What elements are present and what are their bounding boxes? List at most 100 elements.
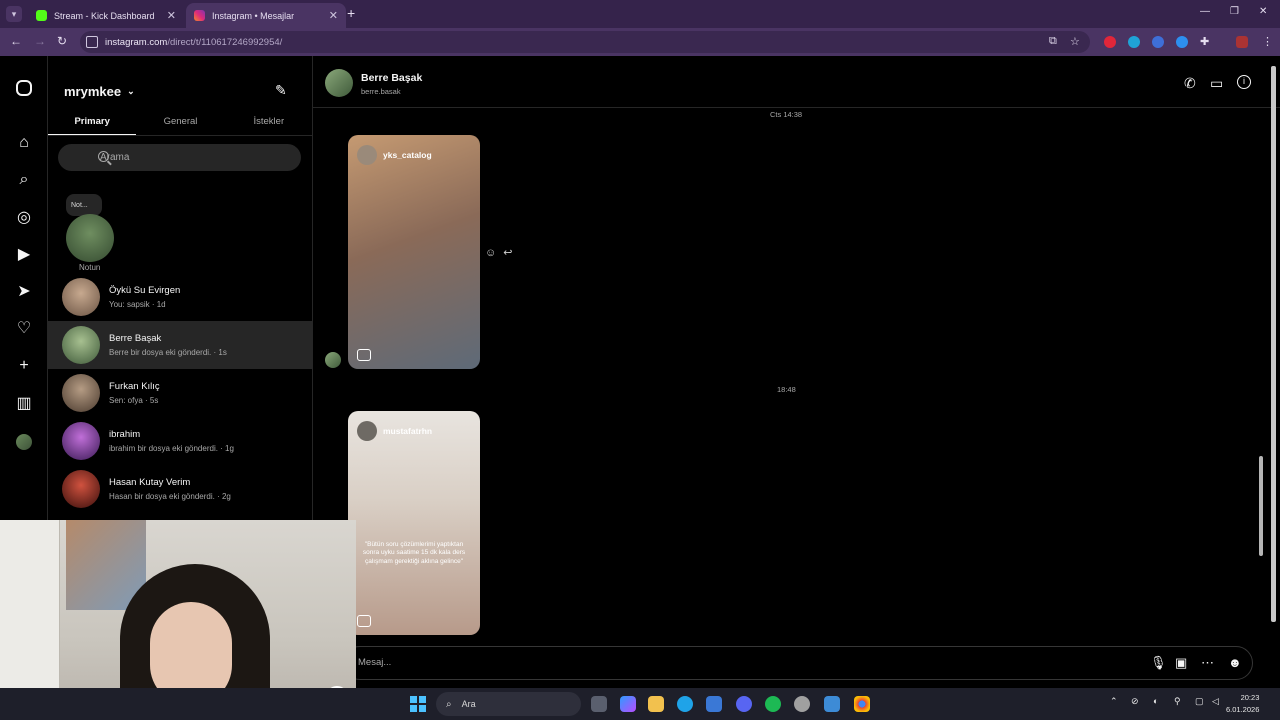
bookmark-star-icon[interactable]: ☆ — [1070, 35, 1080, 48]
reels-icon[interactable]: ▶ — [14, 245, 34, 265]
contact-handle: berre.basak — [361, 87, 401, 96]
address-bar[interactable]: instagram.com/direct/t/110617246992954/ — [80, 31, 1090, 53]
tab-kick-dashboard[interactable]: Stream - Kick Dashboard ✕ — [28, 3, 184, 28]
search-icon: ⌕ — [446, 698, 452, 710]
spotify-icon[interactable] — [765, 696, 781, 712]
thread-name: ibrahim — [109, 429, 141, 440]
explore-compass-icon[interactable]: ◎ — [14, 208, 34, 228]
sticker-icon[interactable]: ☻ — [1228, 655, 1242, 670]
tray-app-icon[interactable]: ⊘ — [1131, 696, 1139, 707]
search-input[interactable]: Arama — [58, 144, 301, 171]
tab-requests[interactable]: İstekler — [225, 112, 313, 135]
page-scrollbar[interactable] — [1268, 56, 1280, 688]
app-icon[interactable] — [824, 696, 840, 712]
scrollbar-thumb[interactable] — [1271, 66, 1276, 622]
close-icon[interactable]: ✕ — [329, 9, 338, 22]
avatar — [62, 470, 100, 508]
reload-icon[interactable]: ↻ — [57, 34, 67, 48]
microphone-icon[interactable]: 🎙 — [1150, 655, 1167, 671]
home-icon[interactable]: ⌂ — [14, 133, 34, 153]
thread-item[interactable]: Furkan Kılıç Sen: ofya · 5s — [48, 369, 313, 417]
contact-avatar[interactable] — [325, 69, 353, 97]
extension-icon[interactable] — [1152, 36, 1164, 48]
tab-instagram-messages[interactable]: Instagram • Mesajlar ✕ — [186, 3, 346, 28]
contact-name[interactable]: Berre Başak — [361, 72, 422, 84]
video-call-icon[interactable]: ▭ — [1210, 75, 1223, 92]
close-icon[interactable]: ✕ — [167, 9, 176, 22]
volume-icon[interactable]: ◁ — [1212, 696, 1219, 707]
shared-reel[interactable]: yks_catalog — [348, 135, 480, 369]
profile-avatar[interactable] — [16, 434, 32, 450]
system-clock[interactable]: 20:23 6.01.2026 — [1226, 692, 1259, 716]
username: mrymkee — [64, 84, 122, 99]
tab-primary[interactable]: Primary — [48, 112, 137, 135]
thread-item[interactable]: Öykü Su Evirgen You: sapsik · 1d — [48, 273, 313, 321]
site-info-icon[interactable] — [86, 36, 98, 48]
task-view-icon[interactable] — [591, 696, 607, 712]
install-app-icon[interactable]: ⧉ — [1049, 35, 1057, 48]
steam-icon[interactable] — [794, 696, 810, 712]
scrollbar-thumb[interactable] — [1259, 456, 1263, 556]
avatar — [357, 145, 377, 165]
edge-icon[interactable] — [677, 696, 693, 712]
message-input[interactable]: Mesaj... 🎙 ▣ ⋯ ☻ — [343, 646, 1253, 680]
thread-preview: Hasan bir dosya eki gönderdi. · 2g — [109, 492, 231, 501]
thread-preview: ibrahim bir dosya eki gönderdi. · 1g — [109, 444, 234, 453]
file-explorer-icon[interactable] — [648, 696, 664, 712]
new-tab-button[interactable]: + — [347, 5, 355, 21]
chrome-icon[interactable] — [854, 696, 870, 712]
notifications-heart-icon[interactable]: ♡ — [14, 319, 34, 339]
microphone-icon[interactable]: ⚲ — [1174, 696, 1181, 707]
note-avatar[interactable] — [66, 214, 114, 262]
image-icon[interactable]: ▣ — [1175, 655, 1187, 671]
tray-chevron-up-icon[interactable]: ⌃ — [1110, 696, 1118, 707]
network-icon[interactable]: ▢ — [1195, 696, 1204, 707]
extension-icon[interactable] — [1104, 36, 1116, 48]
restore-icon[interactable]: ❐ — [1230, 6, 1239, 17]
reply-icon[interactable]: ↩ — [503, 247, 512, 259]
message-actions: ☺ ↩ — [485, 246, 513, 259]
extension-icon[interactable] — [1128, 36, 1140, 48]
messages-icon[interactable]: ➤ — [14, 282, 34, 302]
react-emoji-icon[interactable]: ☺ — [485, 247, 496, 259]
forward-icon[interactable]: → — [34, 34, 46, 48]
phone-call-icon[interactable]: ✆ — [1184, 75, 1196, 92]
windows-start-icon[interactable] — [410, 696, 426, 712]
reel-owner[interactable]: yks_catalog — [357, 145, 432, 165]
profile-avatar[interactable] — [1236, 36, 1248, 48]
tab-search-icon[interactable]: ▾ — [6, 6, 22, 22]
messages-scrollbar[interactable] — [1257, 111, 1265, 631]
reel-owner[interactable]: mustafatrhn — [357, 421, 432, 441]
browser-tab-bar: ▾ Stream - Kick Dashboard ✕ Instagram • … — [0, 0, 1280, 28]
taskbar-search[interactable]: ⌕ Ara — [436, 692, 581, 716]
thread-item[interactable]: Hasan Kutay Verim Hasan bir dosya eki gö… — [48, 465, 313, 513]
tab-general[interactable]: General — [136, 112, 224, 135]
thread-name: Öykü Su Evirgen — [109, 285, 181, 296]
extension-icon[interactable] — [1176, 36, 1188, 48]
account-switcher[interactable]: mrymkee ⌄ — [64, 84, 135, 99]
create-plus-icon[interactable]: + — [14, 356, 34, 376]
new-message-icon[interactable]: ✎ — [275, 82, 291, 98]
thread-item[interactable]: ibrahim ibrahim bir dosya eki gönderdi. … — [48, 417, 313, 465]
extensions-puzzle-icon[interactable]: ✚ — [1200, 35, 1209, 48]
thread-preview: Sen: ofya · 5s — [109, 396, 159, 405]
gif-icon[interactable]: ⋯ — [1201, 655, 1214, 671]
shared-reel[interactable]: mustafatrhn "Bütün soru çözümlerimi yapt… — [348, 411, 480, 635]
browser-menu-icon[interactable]: ⋮ — [1262, 35, 1273, 48]
tray-app-icon[interactable]: ◐ — [1153, 696, 1158, 706]
thread-item[interactable]: Berre Başak Berre bir dosya eki gönderdi… — [48, 321, 313, 369]
conversation-header: Berre Başak berre.basak ✆ ▭ i — [313, 56, 1280, 108]
instagram-logo-icon[interactable] — [16, 80, 32, 96]
note-bubble[interactable]: Not... — [66, 194, 102, 216]
dashboard-icon[interactable]: ▥ — [14, 394, 34, 414]
discord-icon[interactable] — [736, 696, 752, 712]
avatar — [62, 422, 100, 460]
chevron-down-icon: ⌄ — [127, 86, 135, 96]
info-icon[interactable]: i — [1237, 75, 1251, 89]
back-icon[interactable]: ← — [10, 34, 22, 48]
store-icon[interactable] — [706, 696, 722, 712]
copilot-icon[interactable] — [620, 696, 636, 712]
minimize-icon[interactable]: — — [1200, 6, 1210, 17]
search-icon[interactable]: ⌕ — [14, 170, 34, 190]
close-window-icon[interactable]: ✕ — [1259, 6, 1267, 17]
